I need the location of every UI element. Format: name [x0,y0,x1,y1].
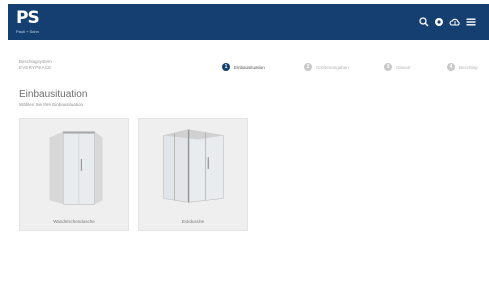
app-window: PS Pauli + Sohn Beschlagsystem EVERYPEAC… [0,0,489,284]
system-value: EVERYPEACE [19,65,52,70]
step-4[interactable]: 4 Beschlag [447,62,478,72]
cloud-upload-icon[interactable] [449,16,461,28]
system-label: Beschlagsystem [19,59,52,64]
step-label: Einbausituation [234,64,265,70]
logo-subtext: Pauli + Sohn [16,29,39,34]
step-number: 1 [222,63,230,71]
step-2[interactable]: 2 Größenangaben [304,62,349,72]
top-header: PS Pauli + Sohn [8,4,489,40]
option-card-niche-shower[interactable]: Wandnischendusche [19,118,129,231]
brand-logo[interactable]: PS Pauli + Sohn [16,10,50,38]
step-label: Größenangaben [316,64,349,70]
step-label: Beschlag [459,64,478,70]
globe-icon[interactable] [433,16,445,28]
corner-shower-image [139,119,247,211]
logo-text: PS [16,8,40,28]
step-label: Glasart [396,64,411,70]
step-3[interactable]: 3 Glasart [384,62,411,72]
option-card-corner-shower[interactable]: Eckdusche [138,118,248,231]
step-number: 2 [304,63,312,71]
search-icon[interactable] [418,16,430,28]
page-title: Einbausituation [19,89,88,100]
niche-shower-image [20,119,128,211]
card-caption: Eckdusche [181,219,204,224]
step-number: 3 [384,63,392,71]
card-caption: Wandnischendusche [53,219,95,224]
step-number: 4 [447,63,455,71]
menu-icon[interactable] [465,16,477,28]
step-1[interactable]: 1 Einbausituation [222,62,265,72]
page-subtitle: Wählen Sie Ihre Einbausituation [19,102,84,107]
